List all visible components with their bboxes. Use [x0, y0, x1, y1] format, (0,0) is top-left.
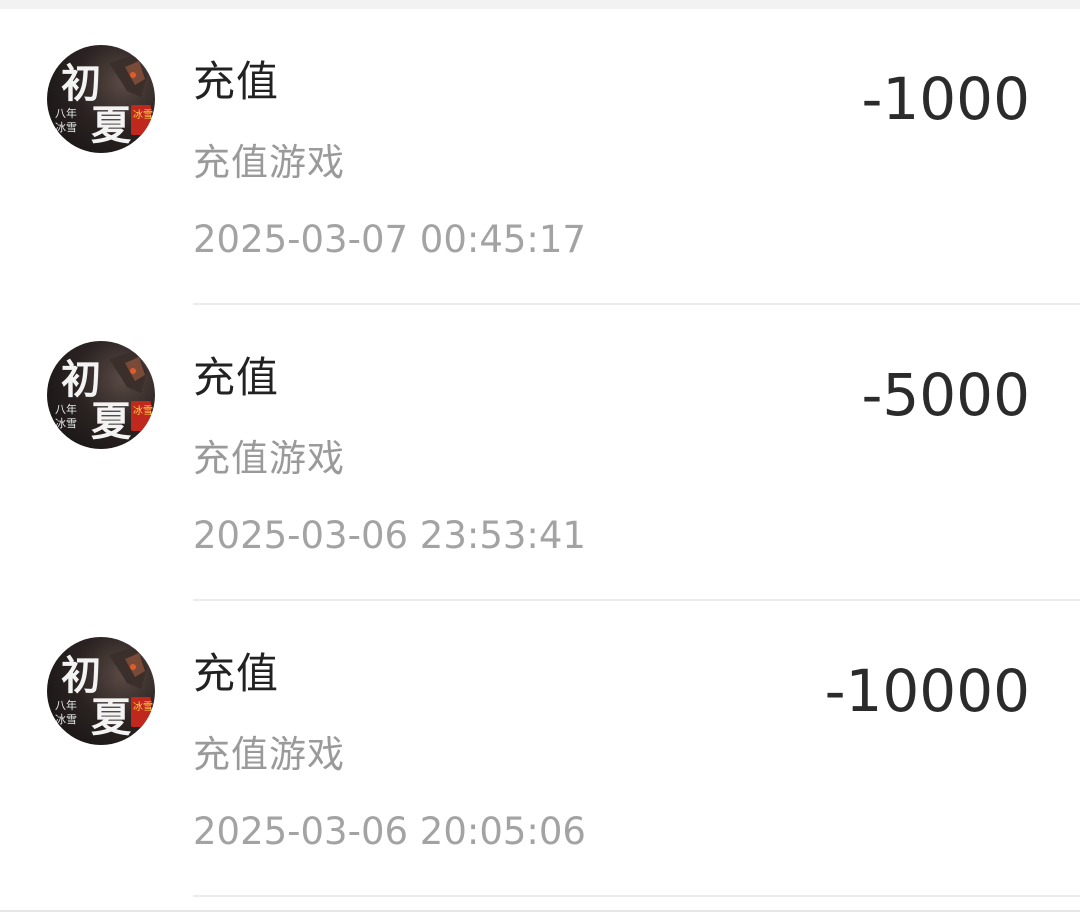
- logo-side-text-1: 八年: [55, 106, 77, 120]
- transaction-title: 充值: [193, 353, 280, 402]
- transaction-amount: -10000: [824, 657, 1030, 725]
- game-avatar-icon: 初 夏 八年 冰雪 冰雪: [47, 45, 155, 153]
- transaction-subtitle: 充值游戏: [193, 733, 345, 776]
- transaction-subtitle: 充值游戏: [193, 141, 345, 184]
- game-logo-icon: 初 夏 八年 冰雪 冰雪: [55, 351, 153, 445]
- transaction-list: 初 夏 八年 冰雪 冰雪 充值 充值游戏 2025-03-07 00:45:17…: [0, 9, 1080, 912]
- logo-char-2: 夏: [91, 102, 132, 149]
- list-item[interactable]: 初 夏 八年 冰雪 冰雪 充值 充值游戏 2025-03-06 20:05:06…: [0, 601, 1080, 897]
- transaction-subtitle: 充值游戏: [193, 437, 345, 480]
- transaction-title: 充值: [193, 57, 280, 106]
- transaction-amount: -5000: [861, 361, 1030, 429]
- list-item[interactable]: 初 夏 八年 冰雪 冰雪 充值 充值游戏 2025-03-07 00:45:17…: [0, 9, 1080, 305]
- game-logo-icon: 初 夏 八年 冰雪 冰雪: [55, 55, 153, 149]
- logo-side-text-2: 冰雪: [55, 713, 77, 726]
- logo-badge-text: 冰雪: [133, 108, 153, 121]
- logo-char-1: 初: [61, 356, 101, 403]
- list-item[interactable]: 初 夏 八年 冰雪 冰雪 充值 充值游戏 2025-03-06 23:53:41…: [0, 305, 1080, 601]
- logo-side-text-1: 八年: [55, 698, 77, 712]
- game-avatar-icon: 初 夏 八年 冰雪 冰雪: [47, 637, 155, 745]
- logo-side-text-2: 冰雪: [55, 121, 77, 134]
- logo-char-1: 初: [61, 60, 101, 107]
- logo-badge-text: 冰雪: [133, 700, 153, 713]
- logo-char-2: 夏: [91, 694, 132, 741]
- transaction-title: 充值: [193, 649, 280, 698]
- game-avatar-icon: 初 夏 八年 冰雪 冰雪: [47, 341, 155, 449]
- row-divider: [193, 895, 1080, 897]
- logo-char-2: 夏: [91, 398, 132, 445]
- transaction-time: 2025-03-07 00:45:17: [193, 218, 586, 261]
- logo-side-text-2: 冰雪: [55, 417, 77, 430]
- logo-badge-text: 冰雪: [133, 404, 153, 417]
- logo-side-text-1: 八年: [55, 402, 77, 416]
- transaction-amount: -1000: [861, 65, 1030, 133]
- game-logo-icon: 初 夏 八年 冰雪 冰雪: [55, 647, 153, 741]
- logo-char-1: 初: [61, 652, 101, 699]
- transaction-time: 2025-03-06 23:53:41: [193, 514, 586, 557]
- transaction-list-page: 初 夏 八年 冰雪 冰雪 充值 充值游戏 2025-03-07 00:45:17…: [0, 0, 1080, 912]
- transaction-time: 2025-03-06 20:05:06: [193, 810, 586, 853]
